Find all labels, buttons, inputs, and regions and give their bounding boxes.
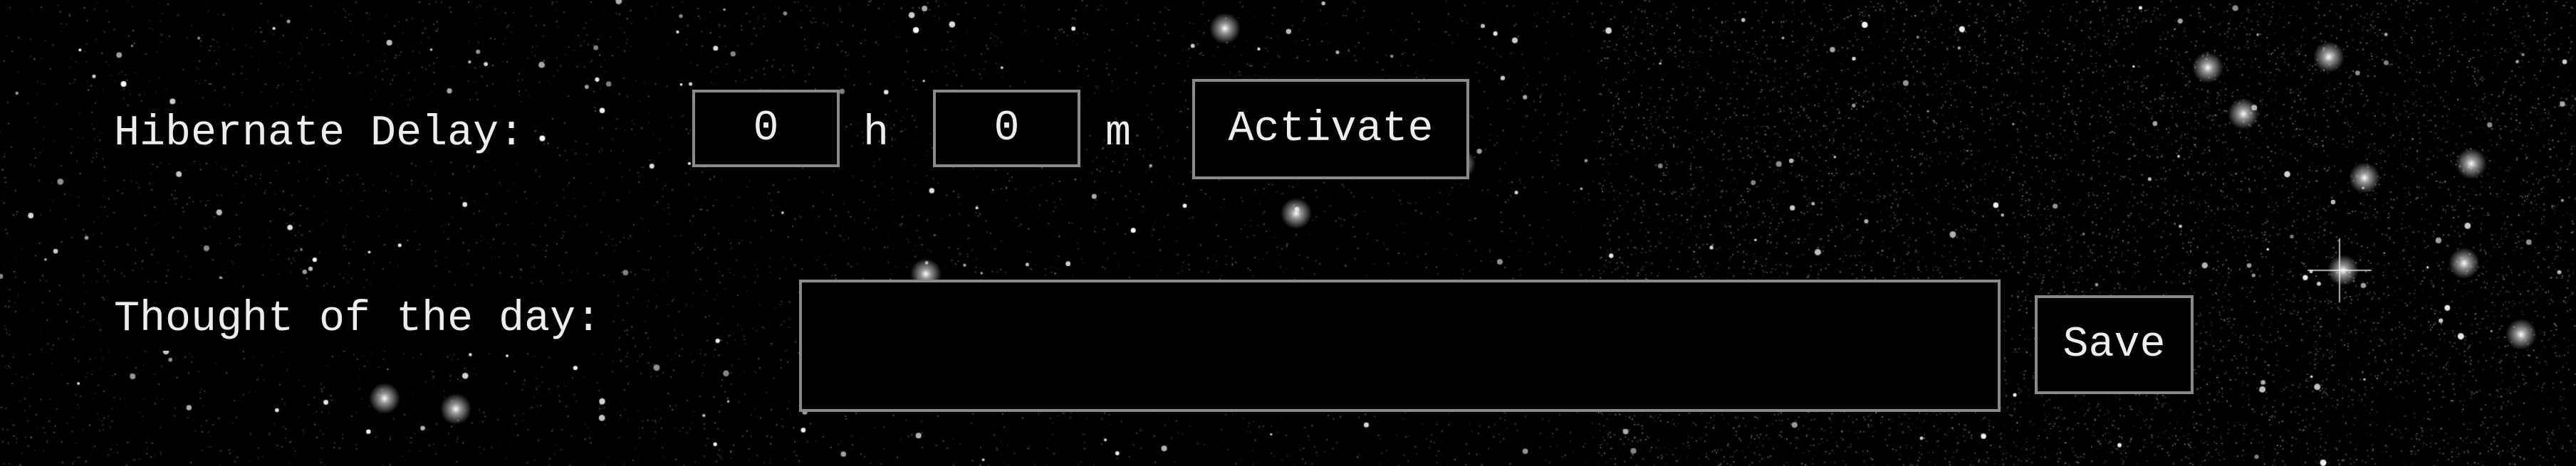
hours-unit-label: h — [863, 110, 890, 158]
hours-input[interactable] — [692, 90, 840, 167]
minutes-input[interactable] — [933, 90, 1080, 167]
hibernate-delay-label: Hibernate Delay: — [105, 107, 533, 161]
minutes-unit-label: m — [1105, 110, 1132, 158]
save-button[interactable]: Save — [2035, 295, 2194, 394]
activate-button[interactable]: Activate — [1192, 79, 1469, 179]
thought-of-the-day-label: Thought of the day: — [105, 288, 610, 351]
thought-of-the-day-input[interactable] — [799, 280, 2001, 412]
